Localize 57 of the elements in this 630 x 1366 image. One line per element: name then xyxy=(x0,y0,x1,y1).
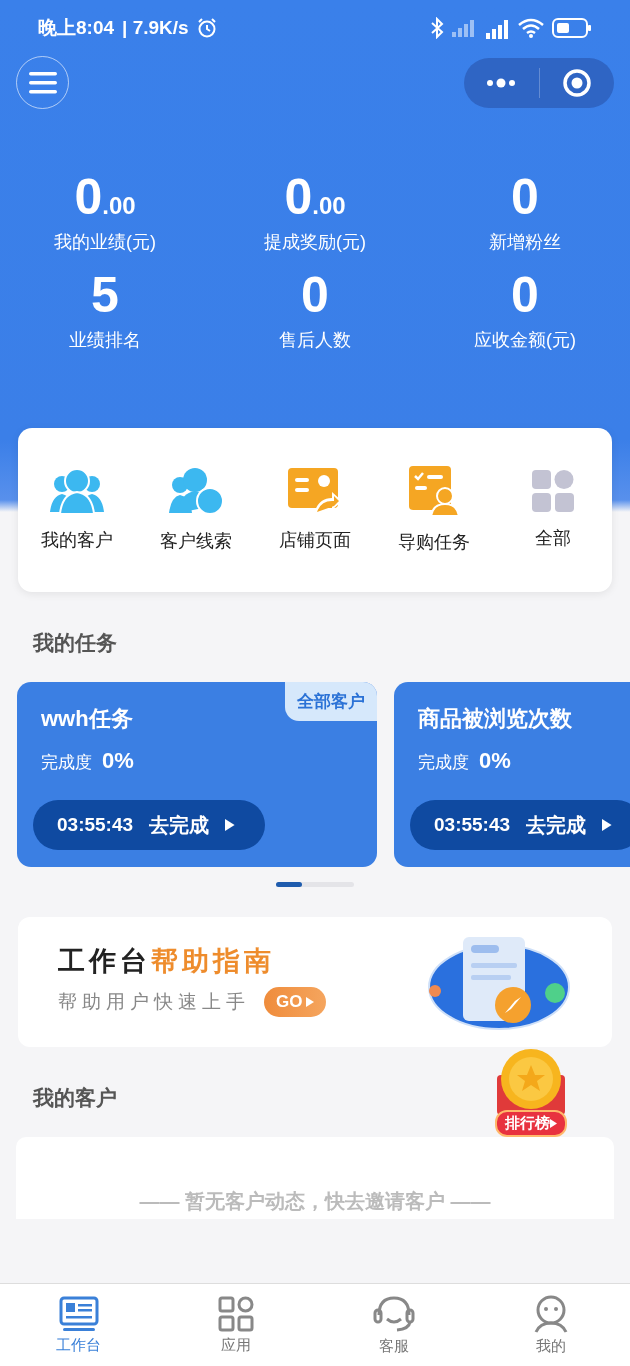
tab[interactable]: 工作台 xyxy=(0,1284,158,1366)
complete-button[interactable]: 03:55:43 去完成 xyxy=(410,800,630,850)
grid-icon xyxy=(218,1295,255,1332)
news-icon xyxy=(58,1295,99,1332)
battery-icon xyxy=(552,17,592,38)
shortcut-button[interactable]: 导购任务 xyxy=(374,466,494,554)
shortcut-button[interactable]: 客户线索 xyxy=(136,467,256,553)
tab[interactable]: 客服 xyxy=(315,1284,473,1366)
stat-label: 新增粉丝 xyxy=(489,231,561,254)
tab[interactable]: 我的 xyxy=(472,1284,630,1366)
alarm-icon xyxy=(196,17,217,38)
empty-message: —— 暂无客户动态，快去邀请客户 —— xyxy=(139,1189,491,1214)
checklist-person-icon xyxy=(408,466,459,516)
progress-value: 0% xyxy=(102,748,134,774)
triangle-icon xyxy=(549,1119,558,1128)
stat-value: 5 xyxy=(91,268,119,322)
shortcut-button[interactable]: 全部 xyxy=(493,470,612,550)
section-title: 我的客户 xyxy=(33,1085,117,1110)
task-tag: 全部客户 xyxy=(285,682,377,721)
stat-value: 0 xyxy=(301,268,329,322)
task-title: 商品被浏览次数 xyxy=(418,705,573,733)
network-speed: | 7.9K/s xyxy=(122,16,189,39)
stat-value: 0.00 xyxy=(74,170,136,224)
triangle-icon xyxy=(602,819,612,831)
leaderboard-button[interactable]: 排行榜 xyxy=(488,1045,574,1137)
progress-label: 完成度 xyxy=(418,752,469,774)
banner-title: 工作台 帮助指南 xyxy=(58,945,276,978)
shortcut-button[interactable]: 店铺页面 xyxy=(255,468,375,552)
stat-label: 售后人数 xyxy=(279,329,351,352)
tab[interactable]: 应用 xyxy=(157,1284,315,1366)
shortcut-button[interactable]: 我的客户 xyxy=(18,468,137,552)
more-icon xyxy=(486,77,517,88)
task-title: wwh任务 xyxy=(41,705,134,733)
triangle-icon xyxy=(306,997,315,1007)
banner-subtitle: 帮助用户快速上手 xyxy=(58,990,250,1014)
stat-label: 我的业绩(元) xyxy=(54,231,156,254)
headset-icon xyxy=(372,1294,415,1333)
grid-icon xyxy=(531,470,574,512)
stat-label: 提成奖励(元) xyxy=(264,231,366,254)
stat-label: 应收金额(元) xyxy=(474,329,576,352)
status-time: 晚上8:04 xyxy=(38,15,115,40)
stat-label: 业绩排名 xyxy=(69,329,141,352)
stat-value: 0 xyxy=(511,268,539,322)
stat-value: 0.00 xyxy=(284,170,346,224)
menu-icon xyxy=(28,71,57,94)
triangle-icon xyxy=(225,819,235,831)
card-share-icon xyxy=(288,468,342,514)
progress-value: 0% xyxy=(479,748,511,774)
target-icon xyxy=(561,67,592,98)
section-title: 我的任务 xyxy=(33,630,117,655)
stat-value: 0 xyxy=(511,170,539,224)
signal-icon xyxy=(452,18,476,37)
complete-button[interactable]: 03:55:43 去完成 xyxy=(33,800,265,850)
bluetooth-icon xyxy=(430,16,444,39)
progress-label: 完成度 xyxy=(41,752,92,774)
wifi-icon xyxy=(518,17,544,38)
people-icon xyxy=(48,468,107,514)
